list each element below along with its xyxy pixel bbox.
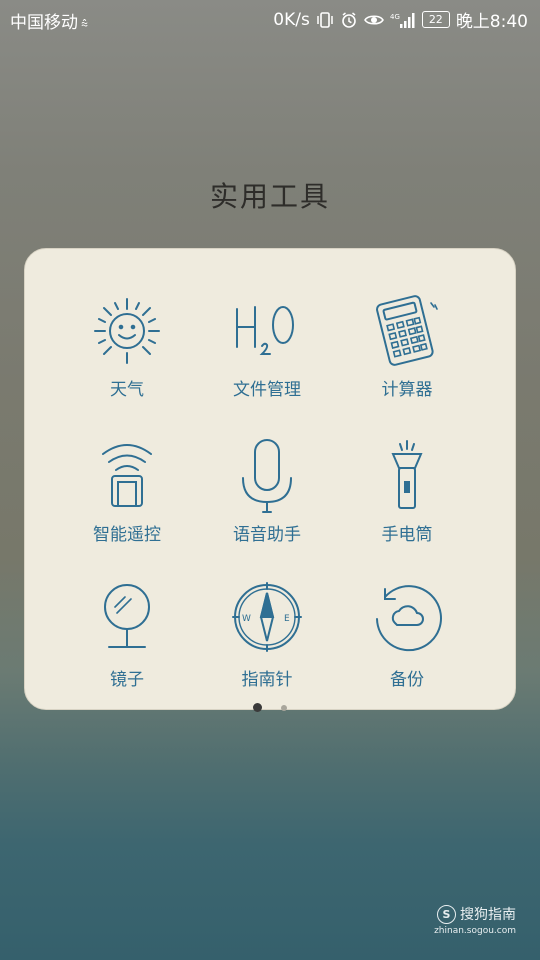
app-backup[interactable]: 备份	[337, 581, 477, 701]
backup-icon	[376, 585, 442, 652]
mirror-icon	[104, 584, 150, 648]
app-smart-remote[interactable]: 智能遥控	[57, 436, 197, 556]
calculator-icon	[376, 295, 438, 366]
status-right: 0K/s 4G 22 晚上8:40	[273, 7, 528, 33]
page-indicator[interactable]	[0, 697, 540, 716]
compass-icon: W E	[232, 582, 302, 652]
clock: 晚上8:40	[455, 12, 528, 32]
app-label: 计算器	[381, 380, 433, 400]
sogou-logo-icon: S	[437, 904, 456, 924]
carrier-name: 中国移动 ⩯	[10, 8, 88, 33]
network-speed: 0K/s	[273, 9, 310, 30]
app-voice-assistant[interactable]: 语音助手	[197, 436, 337, 556]
app-calculator[interactable]: 计算器	[337, 291, 477, 411]
app-label: 智能遥控	[93, 525, 161, 545]
app-label: 语音助手	[233, 525, 301, 545]
app-label: 天气	[110, 380, 144, 400]
flashlight-icon	[391, 440, 423, 509]
page-dot[interactable]	[281, 704, 288, 711]
alarm-icon	[342, 11, 356, 28]
app-flashlight[interactable]: 手电筒	[337, 436, 477, 556]
sun-icon	[94, 298, 160, 364]
wifi-assist-icon: ⩯	[81, 17, 89, 31]
remote-icon	[102, 444, 152, 507]
battery-icon: 22	[421, 11, 450, 28]
svg-text:W: W	[242, 614, 251, 624]
watermark-url: zhinan.sogou.com	[434, 926, 516, 936]
folder-title[interactable]: 实用工具	[0, 175, 540, 215]
app-weather[interactable]: 天气	[57, 291, 197, 411]
folder-panel: 天气 文件管理 计算器 智能遥控 语音助手 手电筒 镜子 W E 指南针 备份	[24, 248, 516, 710]
carrier-label: 中国移动	[10, 13, 78, 33]
microphone-icon	[242, 439, 292, 513]
app-file-manager[interactable]: 文件管理	[197, 291, 337, 411]
watermark-brand: 搜狗指南	[460, 907, 516, 923]
app-mirror[interactable]: 镜子	[57, 581, 197, 701]
vibrate-icon	[317, 11, 333, 28]
page-dot-active[interactable]	[252, 703, 262, 712]
svg-text:4G: 4G	[390, 13, 400, 21]
app-label: 手电筒	[381, 525, 433, 545]
status-bar: 中国移动 ⩯ 0K/s 4G 22 晚上8:40	[0, 0, 540, 36]
signal-icon: 4G	[390, 12, 415, 28]
svg-text:E: E	[284, 614, 290, 624]
app-label: 备份	[390, 670, 424, 690]
app-label: 镜子	[110, 670, 144, 690]
eye-comfort-icon	[363, 14, 384, 25]
h2o-icon	[236, 306, 294, 355]
app-label: 指南针	[241, 670, 293, 690]
app-label: 文件管理	[233, 380, 301, 400]
watermark: S 搜狗指南 zhinan.sogou.com	[434, 904, 516, 936]
app-compass[interactable]: W E 指南针	[197, 581, 337, 701]
